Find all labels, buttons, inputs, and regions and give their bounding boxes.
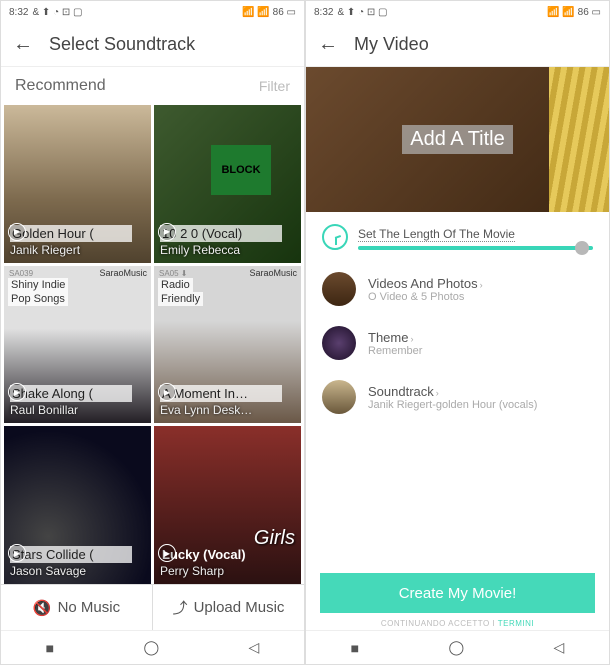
nav-recent-icon[interactable]: ■ <box>351 640 359 656</box>
terms-link[interactable]: TERMINI <box>498 619 534 628</box>
track-genre: Radio <box>158 278 193 292</box>
terms-text: CONTINUANDO ACCETTO I TERMINI <box>306 619 609 630</box>
option-title: Soundtrack <box>368 384 434 399</box>
track-tile[interactable]: SaraoMusic Shiny Indie Pop Songs SA039 ▶… <box>4 266 151 424</box>
upload-music-button[interactable]: ⤴ Upload Music <box>152 585 304 630</box>
track-artist: Eva Lynn Desk… <box>160 403 295 417</box>
status-bar: 8:32 & ⬆ ◔ ⊡ ▢ 📶 📶 86 ▭ <box>306 1 609 23</box>
length-slider[interactable] <box>358 246 593 250</box>
nav-home-icon[interactable]: ◯ <box>144 639 160 656</box>
play-icon[interactable]: ▶ <box>158 544 176 562</box>
track-code: SA039 <box>6 268 36 279</box>
slider-thumb[interactable] <box>575 241 589 255</box>
option-title: Theme <box>368 330 408 345</box>
create-label: Create My Movie! <box>399 585 517 602</box>
option-theme[interactable]: Theme› Remember <box>306 316 609 370</box>
recommend-label: Recommend <box>15 77 106 95</box>
nav-home-icon[interactable]: ◯ <box>449 639 465 656</box>
soundtrack-grid: ▶ Golden Hour ( Janik Riegert BLOCK ▶ 10… <box>1 105 304 584</box>
status-right: 📶 📶 86 ▭ <box>547 7 601 18</box>
track-title: Stars Collide ( <box>10 546 132 563</box>
track-artist: Emily Rebecca <box>160 243 295 257</box>
status-bar: 8:32 & ⬆ ◔ ⊡ ▢ 📶 📶 86 ▭ <box>1 1 304 23</box>
video-preview[interactable]: Add A Title <box>306 67 609 212</box>
page-title: Select Soundtrack <box>49 34 195 55</box>
status-time: 8:32 <box>314 7 333 18</box>
nav-back-icon[interactable]: ◁ <box>249 639 260 656</box>
header: ← Select Soundtrack <box>1 23 304 67</box>
option-soundtrack[interactable]: Soundtrack› Janik Riegert-golden Hour (v… <box>306 370 609 424</box>
option-title: Videos And Photos <box>368 276 478 291</box>
chevron-right-icon: › <box>436 388 439 398</box>
option-subtitle: Janik Riegert-golden Hour (vocals) <box>368 399 537 411</box>
track-tile[interactable]: ▶ Golden Hour ( Janik Riegert <box>4 105 151 263</box>
brand-label: SaraoMusic <box>99 268 147 278</box>
footer-actions: 🔇 No Music ⤴ Upload Music <box>1 584 304 630</box>
filter-button[interactable]: Filter <box>259 78 290 94</box>
nav-recent-icon[interactable]: ■ <box>46 640 54 656</box>
mute-icon: 🔇 <box>33 599 52 617</box>
status-time: 8:32 <box>9 7 28 18</box>
track-tile[interactable]: Girls ▶ Lucky (Vocal) Perry Sharp <box>154 426 301 584</box>
upload-label: Upload Music <box>194 599 285 616</box>
add-title-overlay[interactable]: Add A Title <box>402 125 513 154</box>
status-right: 📶 📶 86 ▭ <box>242 7 296 18</box>
back-icon[interactable]: ← <box>13 33 33 56</box>
nav-back-icon[interactable]: ◁ <box>554 639 565 656</box>
option-thumb <box>322 326 356 360</box>
play-icon[interactable]: ▶ <box>158 223 176 241</box>
track-code: SA05 ⬇ <box>156 268 191 279</box>
length-label: Set The Length Of The Movie <box>358 227 515 242</box>
play-icon[interactable]: ▶ <box>8 223 26 241</box>
track-artist: Jason Savage <box>10 564 145 578</box>
header: ← My Video <box>306 23 609 67</box>
phone-left-soundtrack: 8:32 & ⬆ ◔ ⊡ ▢ 📶 📶 86 ▭ ← Select Soundtra… <box>0 0 305 665</box>
option-subtitle: Remember <box>368 345 422 357</box>
track-artist: Janik Riegert <box>10 243 145 257</box>
chevron-right-icon: › <box>480 280 483 290</box>
track-genre: Shiny Indie <box>8 278 68 292</box>
track-genre-2: Pop Songs <box>8 292 68 306</box>
option-videos-photos[interactable]: Videos And Photos› O Video & 5 Photos <box>306 262 609 316</box>
option-thumb <box>322 380 356 414</box>
android-navbar: ■ ◯ ◁ <box>1 630 304 664</box>
track-title: A Moment In… <box>160 385 282 402</box>
option-thumb <box>322 272 356 306</box>
back-icon[interactable]: ← <box>318 33 338 56</box>
android-navbar: ■ ◯ ◁ <box>306 630 609 664</box>
track-title: Golden Hour ( <box>10 225 132 242</box>
track-artist: Perry Sharp <box>160 564 295 578</box>
tile-tag: Girls <box>254 527 295 550</box>
page-title: My Video <box>354 34 429 55</box>
chevron-right-icon: › <box>410 334 413 344</box>
track-tile[interactable]: ▶ Stars Collide ( Jason Savage <box>4 426 151 584</box>
track-artist: Raul Bonillar <box>10 403 145 417</box>
option-subtitle: O Video & 5 Photos <box>368 291 483 303</box>
no-music-label: No Music <box>58 599 121 616</box>
phone-right-myvideo: 8:32 & ⬆ ◔ ⊡ ▢ 📶 📶 86 ▭ ← My Video Add A … <box>305 0 610 665</box>
subheader: Recommend Filter <box>1 67 304 105</box>
preview-fries <box>549 67 609 212</box>
track-title: 10 2 0 (Vocal) <box>160 225 282 242</box>
track-tile[interactable]: BLOCK ▶ 10 2 0 (Vocal) Emily Rebecca <box>154 105 301 263</box>
create-movie-button[interactable]: Create My Movie! <box>320 573 595 613</box>
length-row: Set The Length Of The Movie <box>306 212 609 262</box>
clock-icon <box>322 224 348 250</box>
block-label: BLOCK <box>211 145 271 195</box>
play-icon[interactable]: ▶ <box>8 544 26 562</box>
track-genre-2: Friendly <box>158 292 203 306</box>
no-music-button[interactable]: 🔇 No Music <box>1 585 152 630</box>
status-icons: & ⬆ ◔ ⊡ ▢ <box>32 7 82 18</box>
track-tile[interactable]: SaraoMusic Radio Friendly SA05 ⬇ ▶ A Mom… <box>154 266 301 424</box>
track-title: Shake Along ( <box>10 385 132 402</box>
status-icons: & ⬆ ◔ ⊡ ▢ <box>337 7 387 18</box>
upload-icon: ⤴ <box>173 597 188 618</box>
brand-label: SaraoMusic <box>249 268 297 278</box>
